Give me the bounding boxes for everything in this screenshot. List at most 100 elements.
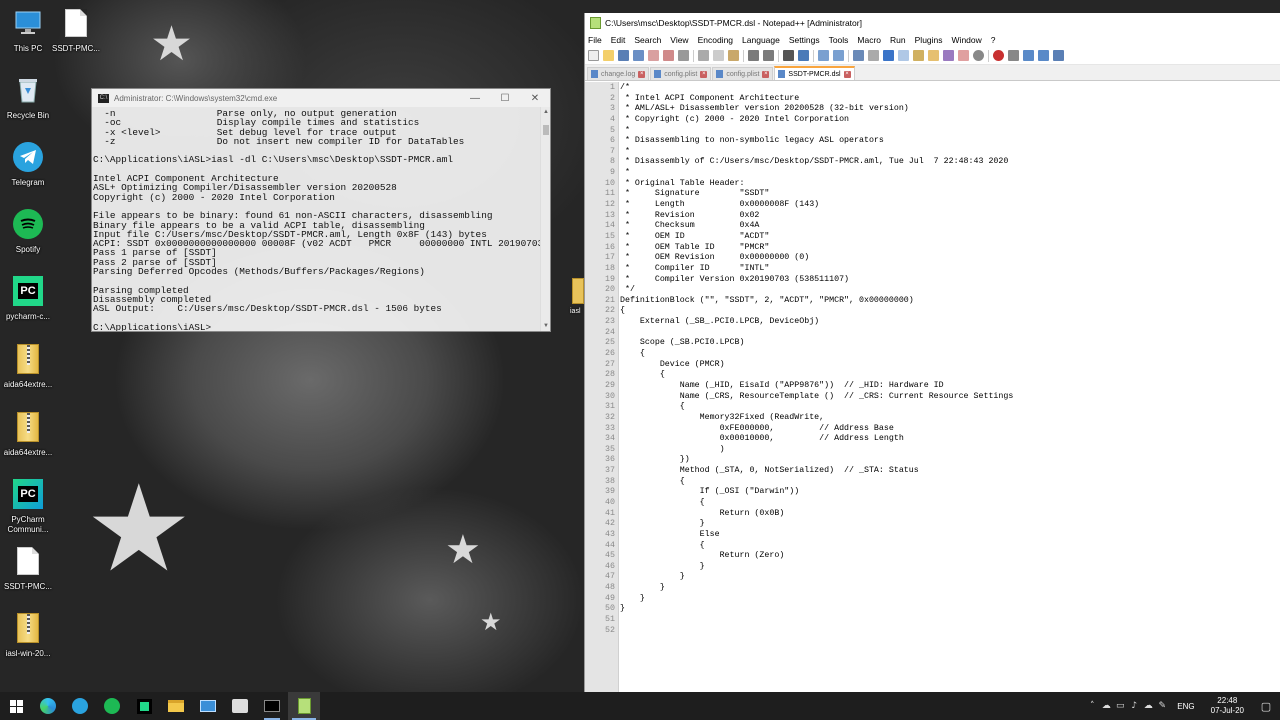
code-line[interactable]: * Checksum 0x4A (620, 221, 1280, 232)
code-line[interactable]: } (620, 519, 1280, 530)
code-line[interactable]: Device (PMCR) (620, 360, 1280, 371)
menu-item-run[interactable]: Run (890, 35, 906, 45)
code-line[interactable]: Method (_STA, 0, NotSerialized) // _STA:… (620, 466, 1280, 477)
code-line[interactable]: * (620, 168, 1280, 179)
copy-icon[interactable] (713, 50, 724, 61)
open-file-icon[interactable] (603, 50, 614, 61)
scroll-thumb[interactable] (543, 125, 549, 135)
menu-item-view[interactable]: View (670, 35, 688, 45)
play-multiple-macro-icon[interactable] (1038, 50, 1049, 61)
close-button[interactable]: ✕ (520, 89, 550, 107)
code-line[interactable]: Return (Zero) (620, 551, 1280, 562)
code-line[interactable]: { (620, 370, 1280, 381)
code-line[interactable]: { (620, 402, 1280, 413)
close-all-icon[interactable] (663, 50, 674, 61)
code-line[interactable]: /* (620, 83, 1280, 94)
taskbar-network-app[interactable] (224, 692, 256, 720)
code-line[interactable]: Memory32Fixed (ReadWrite, (620, 413, 1280, 424)
code-line[interactable]: * Compiler ID "INTL" (620, 264, 1280, 275)
code-line[interactable]: Name (_CRS, ResourceTemplate () // _CRS:… (620, 392, 1280, 403)
code-line[interactable]: * Copyright (c) 2000 - 2020 Intel Corpor… (620, 115, 1280, 126)
code-line[interactable]: * OEM Table ID "PMCR" (620, 243, 1280, 254)
close-icon[interactable]: × (638, 70, 646, 78)
code-line[interactable]: Name (_HID, EisaId ("APP9876")) // _HID:… (620, 381, 1280, 392)
doc-switcher-icon[interactable] (943, 50, 954, 61)
desktop-icon-pycharm-installer[interactable]: PC pycharm-c... (0, 274, 56, 322)
pen-icon[interactable]: ✎ (1155, 692, 1169, 720)
code-line[interactable]: DefinitionBlock ("", "SSDT", 2, "ACDT", … (620, 296, 1280, 307)
menu-item-encoding[interactable]: Encoding (698, 35, 733, 45)
code-line[interactable]: * AML/ASL+ Disassembler version 20200528… (620, 104, 1280, 115)
code-area[interactable]: /* * Intel ACPI Component Architecture *… (619, 82, 1280, 692)
record-macro-icon[interactable] (993, 50, 1004, 61)
scroll-up-icon[interactable]: ▲ (541, 107, 551, 117)
menu-item-tools[interactable]: Tools (829, 35, 849, 45)
notification-icon[interactable]: ▢ (1252, 692, 1280, 720)
cmd-scrollbar[interactable]: ▲ ▼ (540, 107, 550, 331)
menu-item-language[interactable]: Language (742, 35, 780, 45)
code-line[interactable]: } (620, 594, 1280, 605)
code-line[interactable]: * (620, 147, 1280, 158)
file-tab[interactable]: config.plist × (650, 67, 712, 80)
desktop-icon-telegram[interactable]: Telegram (0, 140, 56, 188)
code-line[interactable]: { (620, 541, 1280, 552)
volume-icon[interactable]: ♪ (1127, 692, 1141, 720)
doc-map-icon[interactable] (898, 50, 909, 61)
monitoring-icon[interactable] (958, 50, 969, 61)
print-icon[interactable] (678, 50, 689, 61)
code-line[interactable]: { (620, 477, 1280, 488)
code-line[interactable] (620, 328, 1280, 339)
code-line[interactable]: } (620, 572, 1280, 583)
notepadpp-window[interactable]: C:\Users\msc\Desktop\SSDT-PMCR.dsl - Not… (584, 13, 1280, 692)
file-tab[interactable]: SSDT-PMCR.dsl × (774, 66, 855, 80)
desktop-icon-aida64-1[interactable]: aida64extre... (0, 342, 56, 390)
language-indicator[interactable]: ENG (1177, 702, 1194, 711)
npp-editor[interactable]: 1 2 3 4 5 6 7 8 9 10 11 12 13 14 15 16 17 18 19 20 21 22 23 24 2… (585, 82, 1280, 692)
replace-icon[interactable] (798, 50, 809, 61)
close-icon[interactable]: × (843, 70, 851, 78)
desktop-icon-iasl-zip[interactable]: iasl-win-20... (0, 611, 56, 659)
cmd-window[interactable]: C:\ Administrator: C:\Windows\system32\c… (91, 88, 551, 332)
taskbar-edge[interactable] (32, 692, 64, 720)
code-line[interactable]: * Disassembly of C:/Users/msc/Desktop/SS… (620, 157, 1280, 168)
code-line[interactable]: * OEM ID "ACDT" (620, 232, 1280, 243)
redo-icon[interactable] (763, 50, 774, 61)
find-icon[interactable] (783, 50, 794, 61)
taskbar-spotify[interactable] (96, 692, 128, 720)
save-all-icon[interactable] (633, 50, 644, 61)
code-line[interactable]: * OEM Revision 0x00000000 (0) (620, 253, 1280, 264)
file-tab[interactable]: change.log × (587, 67, 650, 80)
maximize-button[interactable]: ☐ (490, 89, 520, 107)
close-file-icon[interactable] (648, 50, 659, 61)
code-line[interactable] (620, 615, 1280, 626)
file-tab[interactable]: config.plist × (712, 67, 774, 80)
network-icon[interactable]: ▭ (1113, 692, 1127, 720)
code-line[interactable]: * (620, 126, 1280, 137)
close-icon[interactable]: × (762, 70, 770, 78)
taskbar-remote-desktop[interactable] (192, 692, 224, 720)
code-line[interactable]: } (620, 583, 1280, 594)
chevron-up-icon[interactable]: ˄ (1085, 692, 1099, 720)
code-line[interactable] (620, 626, 1280, 637)
code-line[interactable]: { (620, 349, 1280, 360)
code-line[interactable]: If (_OSI ("Darwin")) (620, 487, 1280, 498)
undo-icon[interactable] (748, 50, 759, 61)
menu-item-settings[interactable]: Settings (789, 35, 820, 45)
menu-item-edit[interactable]: Edit (611, 35, 626, 45)
menu-item-macro[interactable]: Macro (857, 35, 881, 45)
npp-title-bar[interactable]: C:\Users\msc\Desktop\SSDT-PMCR.dsl - Not… (585, 13, 1280, 33)
function-list-icon[interactable] (913, 50, 924, 61)
menu-item-help[interactable]: ? (991, 35, 996, 45)
code-line[interactable]: * Disassembling to non-symbolic legacy A… (620, 136, 1280, 147)
taskbar-pycharm[interactable] (128, 692, 160, 720)
code-line[interactable]: */ (620, 285, 1280, 296)
cmd-output[interactable]: -n Parse only, no output generation -oc … (92, 109, 540, 331)
cloud-icon[interactable]: ☁ (1099, 692, 1113, 720)
code-line[interactable]: Return (0x0B) (620, 509, 1280, 520)
desktop-icon-recycle-bin[interactable]: Recycle Bin (0, 73, 56, 121)
cmd-title-bar[interactable]: C:\ Administrator: C:\Windows\system32\c… (92, 89, 550, 107)
minimize-button[interactable]: — (460, 89, 490, 107)
desktop-icon-ssdt-file[interactable]: SSDT-PMC... (48, 6, 104, 54)
code-line[interactable]: * Revision 0x02 (620, 211, 1280, 222)
code-line[interactable]: }) (620, 455, 1280, 466)
